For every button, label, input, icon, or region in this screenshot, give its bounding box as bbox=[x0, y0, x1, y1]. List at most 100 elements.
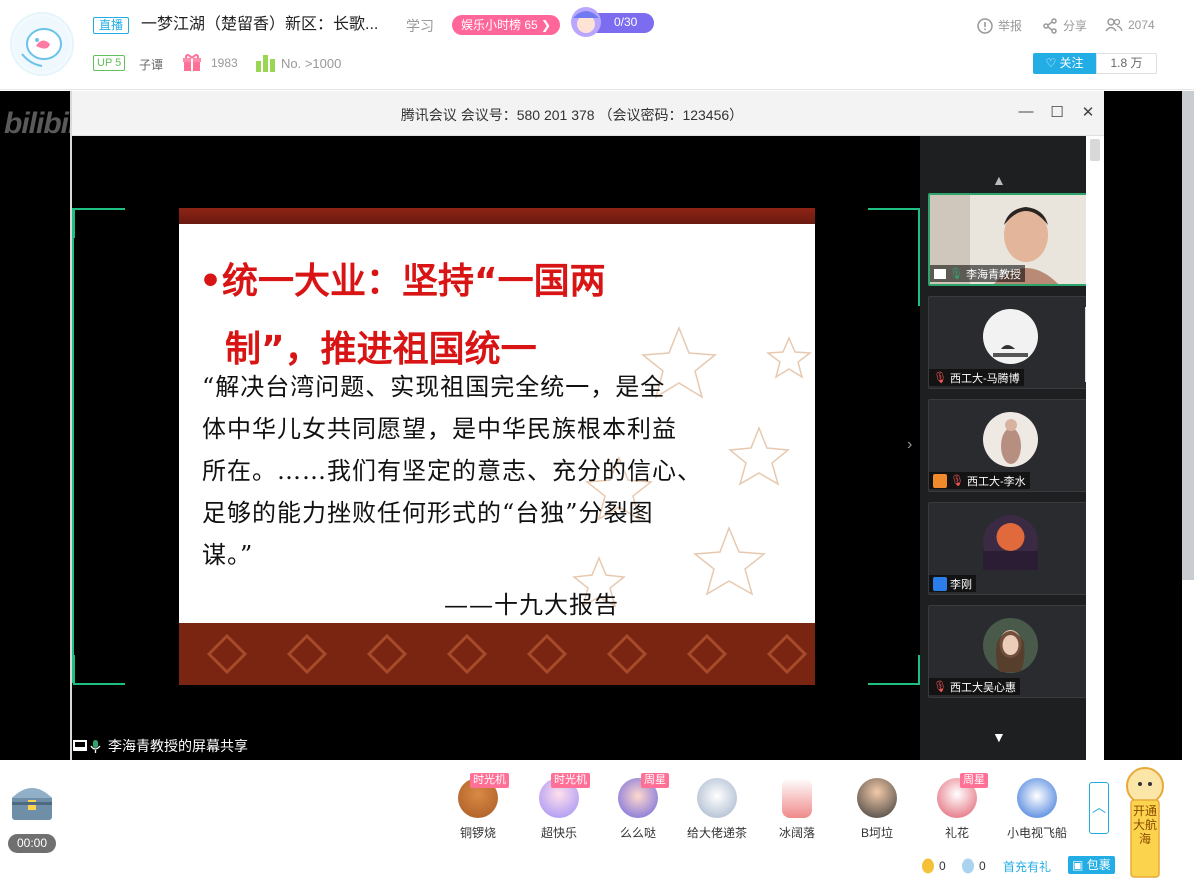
bag-icon: ▣ bbox=[1072, 858, 1084, 872]
chevron-up-icon: ︿ bbox=[1092, 799, 1106, 815]
chevron-right-icon: ❯ bbox=[541, 18, 552, 32]
participants-panel: ▲ › 🎙 李海青教授 🎙 西工大-马腾博 🎙 西工大-李水 李刚 🎙 西工大吴… bbox=[907, 136, 1093, 760]
pack-button[interactable]: ▣ 包裹 bbox=[1068, 856, 1115, 874]
gift-count: 1983 bbox=[211, 56, 238, 70]
panel-collapse-icon[interactable]: › bbox=[907, 436, 912, 454]
quote-line: 所在。……我们有坚定的意志、充分的信心、 bbox=[202, 457, 702, 485]
chest-timer: 00:00 bbox=[8, 834, 56, 853]
gift-item[interactable]: 礼花 周星 bbox=[926, 773, 988, 841]
silver-seed-icon bbox=[962, 858, 974, 874]
gift-bar: 00:00 铜锣烧 时光机 超快乐 时光机 么么哒 周星 给大佬递茶 冰阔落 B… bbox=[0, 760, 1194, 879]
gift-item[interactable]: 小电视飞船 bbox=[1006, 778, 1068, 841]
participant-avatar bbox=[983, 309, 1038, 364]
participant-tile[interactable]: 🎙 西工大-马腾博 bbox=[928, 296, 1093, 389]
tea-icon bbox=[697, 778, 737, 818]
slide-bottom-band bbox=[179, 623, 815, 685]
participant-avatar bbox=[983, 515, 1038, 570]
gift-tag: 时光机 bbox=[551, 773, 590, 788]
shared-slide: •统一大业：坚持“一国两 制”，推进祖国统一 “解决台湾问题、实现祖国完全统一，… bbox=[179, 208, 815, 685]
participant-name-bar: 🎙 西工大吴心惠 bbox=[929, 678, 1020, 695]
viewer-count: 2074 bbox=[1105, 17, 1155, 33]
tv-spaceship-icon bbox=[1017, 778, 1057, 818]
meeting-title: 腾讯会议 会议号：580 201 378 （会议密码：123456） bbox=[400, 107, 744, 123]
gift-item[interactable]: 么么哒 周星 bbox=[607, 773, 669, 841]
slide-source: ——十九大报告 bbox=[444, 591, 619, 619]
silver-seeds: 0 bbox=[961, 858, 986, 874]
participant-tile[interactable]: 🎙 李海青教授 bbox=[928, 193, 1093, 286]
quote-line: “解决台湾问题、实现祖国完全统一，是全 bbox=[202, 373, 666, 401]
close-icon[interactable]: ✕ bbox=[1078, 103, 1098, 121]
quote-line: 体中华儿女共同愿望，是中华民族根本利益 bbox=[202, 415, 677, 443]
fans-count: 1.8 万 bbox=[1096, 53, 1157, 74]
gift-item[interactable]: 超快乐 时光机 bbox=[528, 773, 590, 841]
room-header: 直播 一梦江湖（楚留香）新区：长歌... 学习 娱乐小时榜 65 ❯ 0/30 … bbox=[0, 0, 1194, 90]
gift-item[interactable]: 给大佬递茶 bbox=[686, 778, 748, 841]
expand-gifts-button[interactable]: ︿ bbox=[1089, 782, 1109, 834]
open-guard-button[interactable]: 开通大航海 bbox=[1125, 766, 1165, 879]
room-title: 一梦江湖（楚留香）新区：长歌... bbox=[141, 16, 379, 33]
guard-label: 开通大航海 bbox=[1132, 804, 1157, 846]
participant-name-bar: 🎙 李海青教授 bbox=[930, 265, 1025, 282]
page-side-strip bbox=[1182, 91, 1194, 580]
participant-tile[interactable]: 🎙 西工大吴心惠 bbox=[928, 605, 1093, 698]
participant-avatar bbox=[983, 618, 1038, 673]
gift-tag: 周星 bbox=[960, 773, 988, 788]
share-button[interactable]: 分享 bbox=[1042, 17, 1087, 34]
share-icon bbox=[1043, 17, 1057, 34]
slide-top-band bbox=[179, 208, 815, 224]
live-tag: 直播 bbox=[93, 17, 130, 34]
streamer-avatar[interactable] bbox=[10, 12, 74, 76]
slide-heading: •统一大业：坚持“一国两 制”，推进祖国统一 bbox=[199, 248, 799, 384]
first-charge-link[interactable]: 首充有礼 bbox=[1003, 858, 1051, 875]
user-badge-icon bbox=[933, 576, 947, 591]
participant-name-bar: 李刚 bbox=[929, 575, 976, 592]
ornament-pattern-decoration bbox=[206, 633, 808, 675]
heart-icon: ♡ bbox=[1045, 56, 1057, 70]
maximize-icon[interactable]: ☐ bbox=[1047, 103, 1067, 121]
treasure-chest-icon[interactable] bbox=[8, 782, 56, 822]
screen-share-label: 李海青教授的屏幕共享 bbox=[72, 736, 248, 756]
meeting-scrollbar[interactable] bbox=[1086, 136, 1104, 760]
rank-bars-icon bbox=[255, 53, 277, 78]
follow-button[interactable]: ♡ 关注 bbox=[1033, 53, 1096, 74]
gift-tag: 周星 bbox=[641, 773, 669, 788]
gift-item[interactable]: B坷垃 bbox=[846, 778, 908, 841]
warning-icon bbox=[977, 17, 993, 34]
cola-icon bbox=[782, 778, 812, 818]
screen-share-icon bbox=[934, 268, 946, 279]
participant-name-bar: 🎙 西工大-李水 bbox=[929, 472, 1030, 489]
vtuber-badge[interactable]: 0/30 bbox=[570, 6, 656, 38]
gift-tag: 时光机 bbox=[470, 773, 509, 788]
mic-on-icon: 🎙 bbox=[949, 268, 963, 280]
meeting-window: 腾讯会议 会议号：580 201 378 （会议密码：123456） — ☐ ✕ bbox=[70, 91, 1104, 760]
up-level-badge: UP 5 bbox=[93, 55, 126, 71]
participant-tile[interactable]: 李刚 bbox=[928, 502, 1093, 595]
participant-tile[interactable]: 🎙 西工大-李水 bbox=[928, 399, 1093, 492]
frame-corner-tl bbox=[73, 208, 125, 238]
slide-heading-line1: •统一大业：坚持“一国两 bbox=[199, 261, 606, 302]
meeting-titlebar: 腾讯会议 会议号：580 201 378 （会议密码：123456） — ☐ ✕ bbox=[72, 91, 1104, 136]
area-link[interactable]: 学习 bbox=[406, 16, 434, 36]
vtuber-count: 0/30 bbox=[614, 15, 638, 29]
uploader-name[interactable]: 子谭 bbox=[139, 56, 163, 73]
report-button[interactable]: 举报 bbox=[977, 17, 1022, 34]
share-mic-icon bbox=[73, 740, 101, 753]
people-icon bbox=[1105, 18, 1123, 32]
minimize-icon[interactable]: — bbox=[1016, 103, 1036, 120]
frame-edge-left bbox=[72, 208, 74, 683]
scrollbar-thumb[interactable] bbox=[1090, 139, 1100, 161]
gift-item[interactable]: 铜锣烧 时光机 bbox=[447, 773, 509, 841]
frame-corner-br bbox=[868, 655, 920, 685]
mic-muted-icon: 🎙 bbox=[950, 475, 964, 487]
frame-corner-tr bbox=[868, 208, 920, 238]
hour-rank-pill[interactable]: 娱乐小时榜 65 ❯ bbox=[452, 15, 561, 35]
rank-number: No. >1000 bbox=[281, 56, 342, 71]
frame-corner-bl bbox=[73, 655, 125, 685]
scroll-up-icon[interactable]: ▲ bbox=[992, 172, 1006, 188]
bkela-icon bbox=[857, 778, 897, 818]
gold-seeds: 0 bbox=[921, 858, 946, 874]
scroll-down-icon[interactable]: ▼ bbox=[992, 729, 1006, 745]
gift-item[interactable]: 冰阔落 bbox=[766, 778, 828, 841]
participant-avatar bbox=[983, 412, 1038, 467]
gift-icon bbox=[182, 53, 202, 78]
